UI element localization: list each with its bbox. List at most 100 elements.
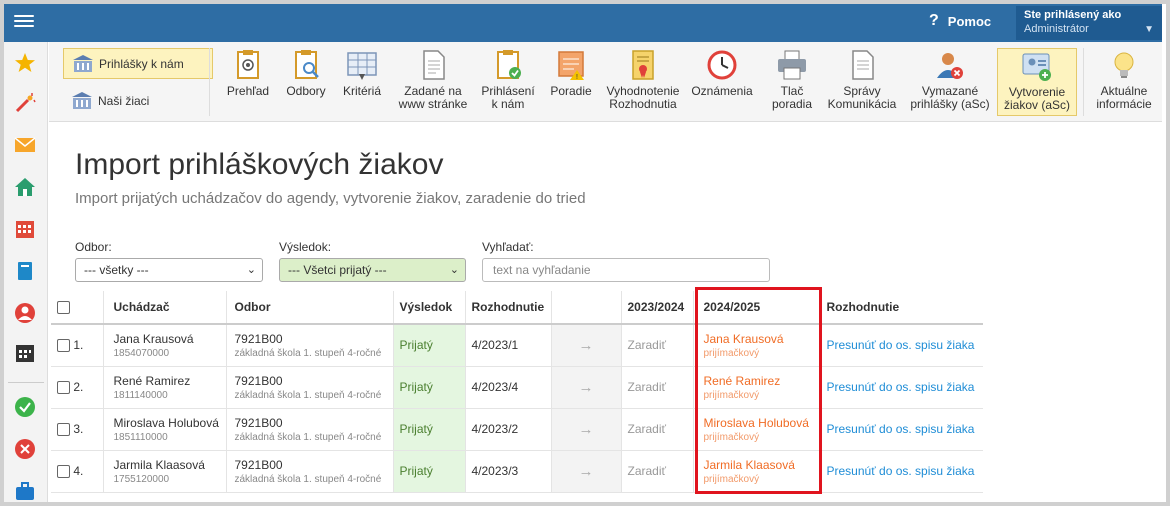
user-name: Administrátor bbox=[1024, 23, 1089, 35]
col-rozhodnutie[interactable]: Rozhodnutie bbox=[465, 291, 552, 325]
home-icon[interactable] bbox=[14, 176, 36, 198]
col-uchadzac[interactable]: Uchádzač bbox=[103, 291, 227, 325]
toolbar-tlac-button[interactable]: Tlač poradia bbox=[763, 48, 821, 116]
book-icon[interactable] bbox=[14, 260, 36, 282]
vysledok-filter-select[interactable]: --- Všetci prijatý --- ⌄ bbox=[279, 258, 466, 282]
odbor-cell: 7921B00 základná škola 1. stupeň 4-ročné bbox=[226, 450, 394, 493]
question-icon: ? bbox=[929, 12, 939, 29]
mode-nasi-ziaci-button[interactable]: Naši žiaci bbox=[63, 85, 213, 116]
toolbar-spravy-label-2: Komunikácia bbox=[827, 97, 897, 111]
toolbar-prehlad-button[interactable]: Prehľad bbox=[219, 48, 277, 116]
toolbar-aktualne-button[interactable]: Aktuálne informácie bbox=[1089, 48, 1159, 116]
evaluation-icon bbox=[626, 48, 660, 82]
search-input[interactable]: text na vyhľadanie bbox=[482, 258, 770, 282]
applicant-name: René Ramirez bbox=[113, 373, 191, 388]
toolbar-vytvorenie-button[interactable]: Vytvorenie žiakov (aSc) bbox=[997, 48, 1077, 116]
row-checkbox[interactable] bbox=[57, 339, 70, 353]
page-title: Import prihláškových žiakov bbox=[75, 148, 444, 181]
create-students-icon bbox=[1020, 49, 1054, 83]
hamburger-menu-icon[interactable] bbox=[14, 12, 34, 32]
mode-prihlasky-button[interactable]: Prihlášky k nám bbox=[63, 48, 213, 79]
user-menu[interactable]: Ste prihlásený ako Administrátor ▼ bbox=[1016, 6, 1162, 40]
odbor-code: 7921B00 bbox=[234, 457, 283, 472]
registered-icon bbox=[491, 48, 525, 82]
applicant-id: 1755120000 bbox=[113, 473, 170, 485]
decision-cell: 4/2023/1 bbox=[465, 324, 552, 367]
chevron-down-icon: ⌄ bbox=[246, 264, 256, 276]
lightbulb-icon bbox=[1107, 48, 1141, 82]
assign-link[interactable]: Zaradiť bbox=[621, 324, 694, 367]
toolbar-spravy-button[interactable]: Správy Komunikácia bbox=[825, 48, 899, 116]
arrow-right-icon[interactable]: → bbox=[551, 324, 622, 367]
assign-link[interactable]: Zaradiť bbox=[621, 450, 694, 493]
mail-icon[interactable] bbox=[14, 134, 36, 156]
row-checkbox[interactable] bbox=[57, 423, 70, 437]
check-icon[interactable] bbox=[14, 396, 36, 418]
applicant-name: Miroslava Holubová bbox=[113, 415, 219, 430]
odbor-description: základná škola 1. stupeň 4-ročné bbox=[234, 347, 382, 359]
assign-link[interactable]: Zaradiť bbox=[621, 366, 694, 409]
row-checkbox[interactable] bbox=[57, 465, 70, 479]
person-icon[interactable] bbox=[14, 302, 36, 324]
odbor-code: 7921B00 bbox=[234, 373, 283, 388]
move-to-file-link[interactable]: Presunúť do os. spisu žiaka bbox=[827, 380, 975, 394]
toolbar-odbory-label: Odbory bbox=[286, 84, 326, 98]
col-odbor[interactable]: Odbor bbox=[226, 291, 394, 325]
toolbar-odbory-button[interactable]: Odbory bbox=[281, 48, 331, 116]
toolbar-vyhodnotenie-button[interactable]: Vyhodnotenie Rozhodnutia bbox=[603, 48, 683, 116]
applicant-cell: René Ramirez 1811140000 bbox=[103, 366, 227, 409]
help-label: Pomoc bbox=[947, 13, 992, 29]
arrow-right-icon[interactable]: → bbox=[551, 450, 622, 493]
move-to-file-link[interactable]: Presunúť do os. spisu žiaka bbox=[827, 422, 975, 436]
result-cell: Prijatý bbox=[393, 408, 466, 451]
toolbar-tlac-label-2: poradia bbox=[771, 97, 813, 111]
toolbar-kriteria-button[interactable]: Kritériá bbox=[337, 48, 387, 116]
toolbar-aktualne-label-2: informácie bbox=[1096, 97, 1152, 111]
arrow-right-icon[interactable]: → bbox=[551, 408, 622, 451]
vysledok-filter-label: Výsledok: bbox=[279, 240, 332, 254]
toolbar-prihlaseni-button[interactable]: Prihlásení k nám bbox=[479, 48, 537, 116]
magic-wand-icon[interactable] bbox=[14, 92, 36, 114]
deleted-user-icon bbox=[933, 48, 967, 82]
move-cell: Presunúť do os. spisu žiaka bbox=[820, 408, 983, 451]
calendar-icon[interactable] bbox=[14, 218, 36, 240]
toolbar-prihlaseni-label-2: k nám bbox=[491, 97, 525, 111]
printer-icon bbox=[775, 48, 809, 82]
star-icon[interactable] bbox=[14, 52, 36, 74]
vysledok-filter-value: --- Všetci prijatý --- bbox=[288, 263, 387, 277]
applicant-id: 1811140000 bbox=[113, 389, 168, 401]
overview-icon bbox=[231, 48, 265, 82]
toolbar-zadane-label-2: www stránke bbox=[398, 97, 468, 111]
result-cell: Prijatý bbox=[393, 324, 466, 367]
col-year-2023[interactable]: 2023/2024 bbox=[621, 291, 694, 325]
toolbar-zadane-button[interactable]: Zadané na www stránke bbox=[395, 48, 471, 116]
applicant-cell: Jana Krausová 1854070000 bbox=[103, 324, 227, 367]
toolbar-oznamenia-button[interactable]: Oznámenia bbox=[689, 48, 755, 116]
move-to-file-link[interactable]: Presunúť do os. spisu žiaka bbox=[827, 338, 975, 352]
table-row: 1. Jana Krausová 1854070000 7921B00 základná… bbox=[51, 324, 983, 367]
briefcase-icon[interactable] bbox=[14, 480, 36, 502]
toolbar-poradie-button[interactable]: ! Poradie bbox=[545, 48, 597, 116]
table-header-row: Uchádzač Odbor Výsledok Rozhodnutie 2023… bbox=[51, 291, 983, 325]
arrow-right-icon[interactable]: → bbox=[551, 366, 622, 409]
move-to-file-link[interactable]: Presunúť do os. spisu žiaka bbox=[827, 464, 975, 478]
select-all-checkbox[interactable] bbox=[57, 301, 70, 315]
col-vysledok[interactable]: Výsledok bbox=[393, 291, 466, 325]
schedule-icon[interactable] bbox=[14, 342, 36, 364]
help-button[interactable]: ? Pomoc bbox=[929, 12, 991, 30]
page-subtitle: Import prijatých uchádzačov do agendy, v… bbox=[75, 190, 586, 207]
move-cell: Presunúť do os. spisu žiaka bbox=[820, 324, 983, 367]
odbor-filter-label: Odbor: bbox=[75, 240, 112, 254]
row-checkbox[interactable] bbox=[57, 381, 70, 395]
assign-link[interactable]: Zaradiť bbox=[621, 408, 694, 451]
table-row: 3. Miroslava Holubová 1851110000 7921B00 zák… bbox=[51, 408, 983, 451]
toolbar-prehlad-label: Prehľad bbox=[226, 84, 270, 98]
cancel-icon[interactable] bbox=[14, 438, 36, 460]
select-all-cell bbox=[51, 291, 104, 325]
table-row: 4. Jarmila Klaasová 1755120000 7921B00 zákla… bbox=[51, 450, 983, 493]
odbor-code: 7921B00 bbox=[234, 415, 283, 430]
chevron-down-icon: ⌄ bbox=[449, 264, 459, 276]
odbor-filter-select[interactable]: --- všetky --- ⌄ bbox=[75, 258, 263, 282]
col-rozhodnutie-2[interactable]: Rozhodnutie bbox=[820, 291, 983, 325]
toolbar-vymazane-button[interactable]: Vymazané prihlášky (aSc) bbox=[907, 48, 993, 116]
